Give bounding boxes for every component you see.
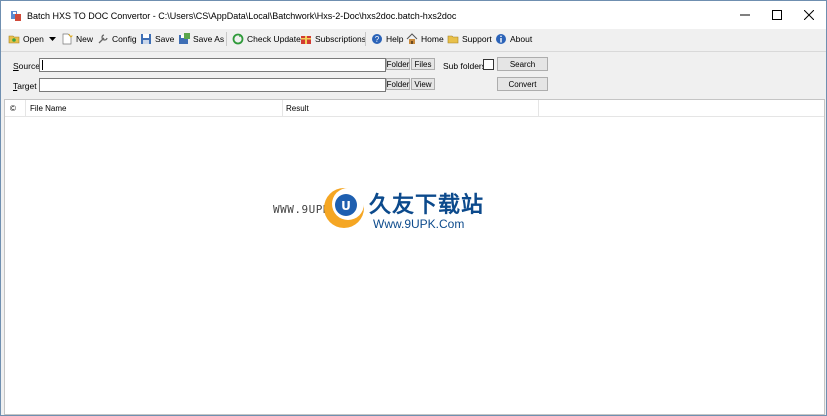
save-as-label: Save As bbox=[193, 34, 225, 44]
save-button[interactable]: Save bbox=[140, 32, 174, 46]
save-label: Save bbox=[155, 34, 175, 44]
home-label: Home bbox=[421, 34, 444, 44]
convert-button[interactable]: Convert bbox=[497, 77, 548, 91]
floppy-disk-icon bbox=[141, 34, 151, 44]
toolbar: Open New Config Save Save As Check Updat… bbox=[1, 29, 826, 48]
check-update-label: Check Update bbox=[247, 34, 301, 44]
close-button[interactable] bbox=[793, 1, 825, 29]
source-files-button[interactable]: Files bbox=[411, 58, 435, 70]
check-update-button[interactable]: Check Update bbox=[232, 32, 301, 46]
watermark-logo-icon: U bbox=[324, 188, 364, 228]
support-button[interactable]: Support bbox=[447, 32, 492, 46]
subfolders-checkbox[interactable] bbox=[483, 59, 494, 70]
text-caret bbox=[42, 60, 43, 70]
column-divider[interactable] bbox=[538, 100, 539, 116]
source-label: Source bbox=[13, 61, 40, 71]
search-button[interactable]: Search bbox=[497, 57, 548, 71]
home-icon bbox=[406, 33, 418, 44]
open-label: Open bbox=[23, 34, 44, 44]
config-button[interactable]: Config bbox=[97, 32, 137, 46]
help-label: Help bbox=[386, 34, 404, 44]
help-button[interactable]: ? Help bbox=[371, 32, 403, 46]
about-button[interactable]: About bbox=[495, 32, 532, 46]
close-icon bbox=[804, 10, 814, 20]
toolbar-separator bbox=[226, 32, 227, 46]
gift-icon bbox=[301, 36, 311, 44]
subfolders-label: Sub folders bbox=[443, 61, 486, 71]
target-view-button[interactable]: View bbox=[411, 78, 435, 90]
help-icon: ? bbox=[372, 34, 382, 44]
target-label: Target bbox=[13, 81, 37, 91]
column-divider[interactable] bbox=[25, 100, 26, 116]
new-label: New bbox=[76, 34, 94, 44]
window-title: Batch HXS TO DOC Convertor - C:\Users\CS… bbox=[27, 11, 457, 21]
home-button[interactable]: Home bbox=[406, 32, 444, 46]
new-file-icon bbox=[62, 33, 73, 45]
dropdown-arrow-icon bbox=[49, 37, 56, 41]
title-bar: Batch HXS TO DOC Convertor - C:\Users\CS… bbox=[1, 1, 826, 29]
target-folder-button[interactable]: Folder bbox=[386, 78, 410, 90]
column-divider[interactable] bbox=[282, 100, 283, 116]
column-header-icon[interactable]: © bbox=[10, 104, 16, 113]
target-input[interactable] bbox=[39, 78, 386, 92]
update-icon bbox=[232, 33, 244, 45]
maximize-button[interactable] bbox=[761, 1, 793, 29]
minimize-icon bbox=[740, 14, 750, 16]
toolbar-separator bbox=[365, 32, 366, 46]
watermark-url-right: Www.9UPK.Com bbox=[373, 217, 465, 231]
subscriptions-label: Subscriptions bbox=[315, 34, 367, 44]
app-logo-icon bbox=[11, 11, 21, 21]
source-target-panel: Source Folder Files Sub folders Search T… bbox=[1, 51, 826, 99]
new-button[interactable]: New bbox=[61, 32, 93, 46]
wrench-icon bbox=[98, 34, 108, 44]
info-icon bbox=[496, 34, 506, 44]
app-window: Batch HXS TO DOC Convertor - C:\Users\CS… bbox=[0, 0, 827, 416]
list-header: © File Name Result bbox=[5, 100, 824, 117]
watermark: WWW.9UPK.COM U 久友下载站 Www.9UPK.Com bbox=[273, 183, 503, 235]
subscriptions-button[interactable]: Subscriptions bbox=[300, 32, 366, 46]
column-header-file-name[interactable]: File Name bbox=[30, 104, 66, 113]
source-input[interactable] bbox=[39, 58, 386, 72]
support-folder-icon bbox=[447, 35, 459, 44]
save-as-button[interactable]: Save As bbox=[178, 32, 224, 46]
svg-text:?: ? bbox=[375, 35, 380, 44]
column-header-result[interactable]: Result bbox=[286, 104, 309, 113]
file-list[interactable]: © File Name Result bbox=[4, 99, 825, 415]
about-label: About bbox=[510, 34, 533, 44]
folder-open-icon bbox=[8, 35, 20, 44]
save-as-icon bbox=[179, 33, 190, 44]
minimize-button[interactable] bbox=[729, 1, 761, 29]
source-folder-button[interactable]: Folder bbox=[386, 58, 410, 70]
maximize-icon bbox=[772, 10, 782, 20]
open-button[interactable]: Open bbox=[8, 32, 44, 46]
support-label: Support bbox=[462, 34, 492, 44]
open-dropdown-arrow[interactable] bbox=[49, 32, 56, 46]
config-label: Config bbox=[112, 34, 137, 44]
svg-text:U: U bbox=[341, 199, 351, 213]
watermark-brand: 久友下载站 bbox=[369, 192, 485, 217]
